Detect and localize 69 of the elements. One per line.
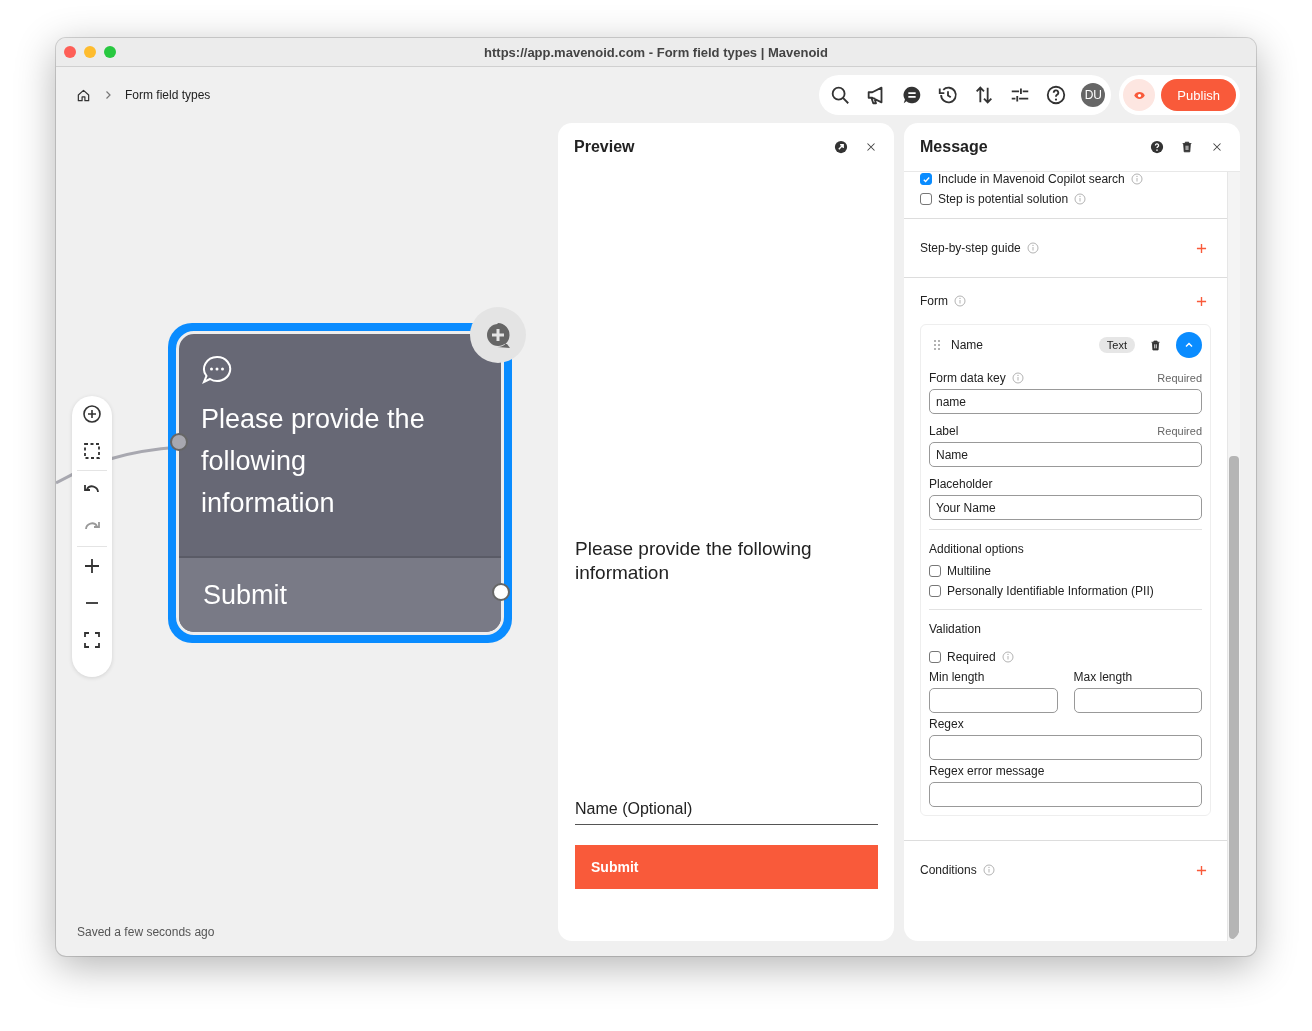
checkbox-label: Multiline [947, 564, 991, 578]
section-title: Step-by-step guide [920, 241, 1021, 255]
regex-error-field[interactable] [929, 782, 1202, 807]
regex-field[interactable] [929, 735, 1202, 760]
open-external-icon[interactable] [834, 140, 848, 154]
checkbox[interactable] [929, 585, 941, 597]
message-node[interactable]: Please provide the following information Submit [168, 323, 512, 643]
checkbox-label: Include in Mavenoid Copilot search [938, 172, 1125, 186]
checkbox[interactable] [920, 173, 932, 185]
trash-icon[interactable] [1149, 338, 1162, 352]
checkbox[interactable] [929, 651, 941, 663]
min-length-field[interactable] [929, 688, 1058, 713]
scrollbar[interactable] [1227, 172, 1240, 941]
add-icon[interactable] [1196, 295, 1207, 307]
fit-view-icon[interactable] [82, 630, 102, 650]
field-type-tag: Text [1098, 337, 1135, 353]
close-window-button[interactable] [64, 46, 76, 58]
add-circle-icon[interactable] [82, 404, 102, 424]
field-label: Max length [1073, 670, 1134, 684]
trash-icon[interactable] [1180, 140, 1194, 154]
name-field[interactable]: Name (Optional) [575, 800, 878, 825]
chevron-right-icon [103, 90, 113, 100]
field-label: Regex error message [929, 764, 1046, 778]
placeholder-field[interactable]: Your Name [929, 495, 1202, 520]
save-status: Saved a few seconds ago [77, 925, 215, 939]
selection-icon[interactable] [82, 441, 102, 461]
chat-bubble-icon [201, 354, 233, 386]
collapse-button[interactable] [1176, 332, 1202, 358]
window-title: https://app.mavenoid.com - Form field types | Mavenoid [484, 44, 828, 60]
output-port[interactable] [492, 583, 510, 601]
checkbox[interactable] [920, 193, 932, 205]
panel-title: Message [920, 138, 989, 156]
checkbox-label: Personally Identifiable Information (PII) [947, 584, 1154, 598]
history-icon[interactable] [937, 84, 960, 106]
subsection-title: Additional options [929, 542, 1025, 556]
chat-plus-icon [484, 321, 512, 349]
checkbox[interactable] [929, 565, 941, 577]
add-icon[interactable] [1196, 864, 1207, 876]
preview-message: Please provide the following information [575, 536, 813, 585]
subsection-title: Validation [929, 622, 982, 636]
search-icon[interactable] [829, 84, 852, 106]
section-title: Form [920, 294, 948, 308]
field-label: Min length [929, 670, 986, 684]
node-message: Please provide the following information [201, 403, 426, 520]
help-icon[interactable] [1150, 140, 1164, 154]
field-name: Name [951, 338, 984, 352]
label-field[interactable]: Name [929, 442, 1202, 467]
checkbox-label: Step is potential solution [938, 192, 1069, 206]
required-note: Required [1157, 425, 1202, 437]
panel-title: Preview [574, 138, 636, 156]
field-label: Label [929, 424, 959, 438]
add-icon[interactable] [1196, 242, 1207, 254]
zoom-in-icon[interactable] [82, 556, 102, 576]
node-button[interactable]: Submit [179, 558, 501, 632]
required-note: Required [1157, 372, 1202, 384]
max-length-field[interactable] [1073, 688, 1202, 713]
preview-button[interactable] [1123, 79, 1156, 111]
drag-handle-icon[interactable] [933, 339, 941, 351]
checkbox-label: Required [947, 650, 996, 664]
field-label: Placeholder [929, 477, 993, 491]
field-label: Form data key [929, 371, 1006, 385]
breadcrumb-item[interactable]: Form field types [125, 88, 211, 102]
input-port[interactable] [170, 433, 188, 451]
help-icon[interactable] [1045, 84, 1068, 106]
section-title: Conditions [920, 863, 977, 877]
field-label: Regex [929, 717, 965, 731]
user-avatar[interactable]: DU [1081, 83, 1106, 107]
form-data-key-field[interactable]: name [929, 389, 1202, 414]
home-icon[interactable] [76, 87, 91, 103]
